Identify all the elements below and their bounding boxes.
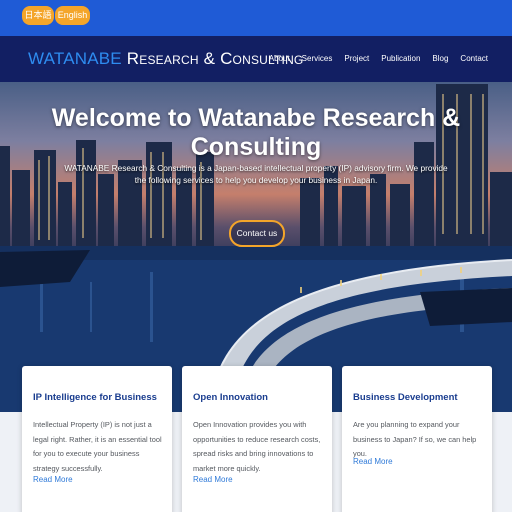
card-text: Intellectual Property (IP) is not just a… (33, 420, 162, 473)
nav-about[interactable]: About (263, 36, 296, 82)
brand-name: WATANABE (28, 49, 122, 68)
hero-section: Welcome to Watanabe Research & Consultin… (0, 82, 512, 412)
service-card-open-innovation: Open Innovation Open Innovation provides… (182, 366, 332, 512)
read-more-link[interactable]: Read More (353, 457, 393, 466)
read-more-link[interactable]: Read More (193, 475, 233, 484)
nav-blog[interactable]: Blog (426, 36, 454, 82)
card-title: Open Innovation (193, 392, 268, 403)
card-text: Are you planning to expand your business… (353, 420, 477, 458)
service-card-ip-intelligence: IP Intelligence for Business Intellectua… (22, 366, 172, 512)
japanese-language-button[interactable]: 日本語 (22, 6, 54, 25)
nav-contact[interactable]: Contact (454, 36, 494, 82)
card-title: IP Intelligence for Business (33, 392, 157, 403)
main-nav: About Services Project Publication Blog … (263, 36, 494, 82)
nav-services[interactable]: Services (296, 36, 339, 82)
service-card-business-development: Business Development Are you planning to… (342, 366, 492, 512)
english-language-button[interactable]: English (55, 6, 90, 25)
contact-us-button[interactable]: Contact us (229, 220, 285, 247)
nav-project[interactable]: Project (338, 36, 375, 82)
language-bar: 日本語 English (0, 0, 512, 36)
card-text: Open Innovation provides you with opport… (193, 420, 321, 473)
nav-publication[interactable]: Publication (375, 36, 426, 82)
read-more-link[interactable]: Read More (33, 475, 73, 484)
hero-description: WATANABE Research & Consulting is a Japa… (64, 163, 448, 185)
card-title: Business Development (353, 392, 458, 403)
site-header: WATANABE Research & Consulting About Ser… (0, 36, 512, 82)
hero-title: Welcome to Watanabe Research & Consultin… (51, 104, 461, 161)
